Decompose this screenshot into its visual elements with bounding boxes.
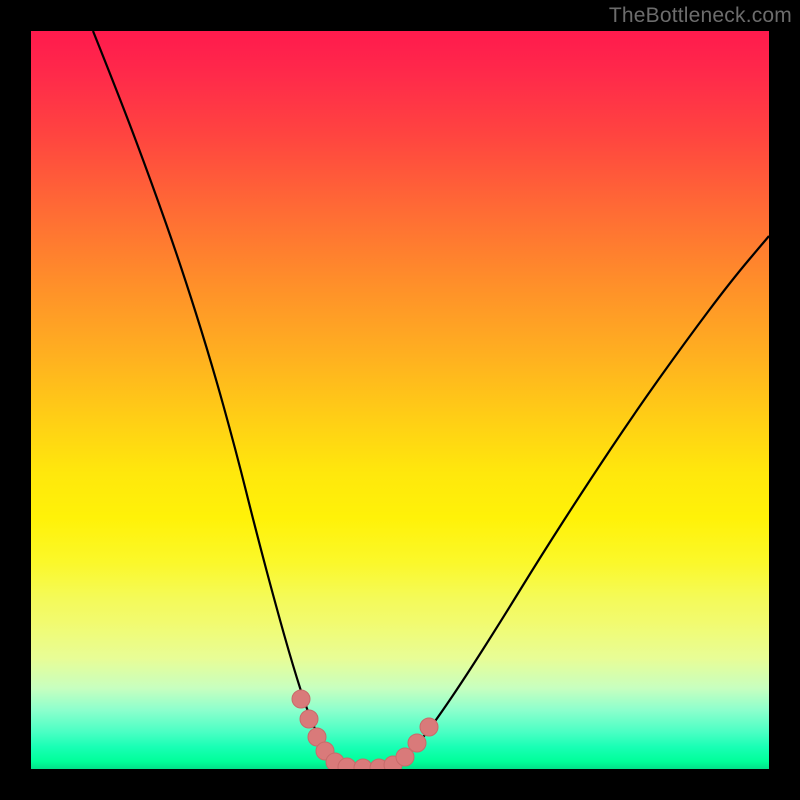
marker-dot: [396, 748, 414, 766]
watermark-text: TheBottleneck.com: [609, 4, 792, 28]
curve-group: [93, 31, 769, 769]
marker-dot: [292, 690, 310, 708]
left-descent-curve: [93, 31, 351, 769]
marker-group: [292, 690, 438, 769]
marker-dot: [408, 734, 426, 752]
right-ascent-curve: [386, 236, 769, 769]
plot-area: [31, 31, 769, 769]
marker-dot: [300, 710, 318, 728]
marker-dot: [420, 718, 438, 736]
marker-dot: [354, 759, 372, 769]
outer-frame: TheBottleneck.com: [0, 0, 800, 800]
curves-svg: [31, 31, 769, 769]
